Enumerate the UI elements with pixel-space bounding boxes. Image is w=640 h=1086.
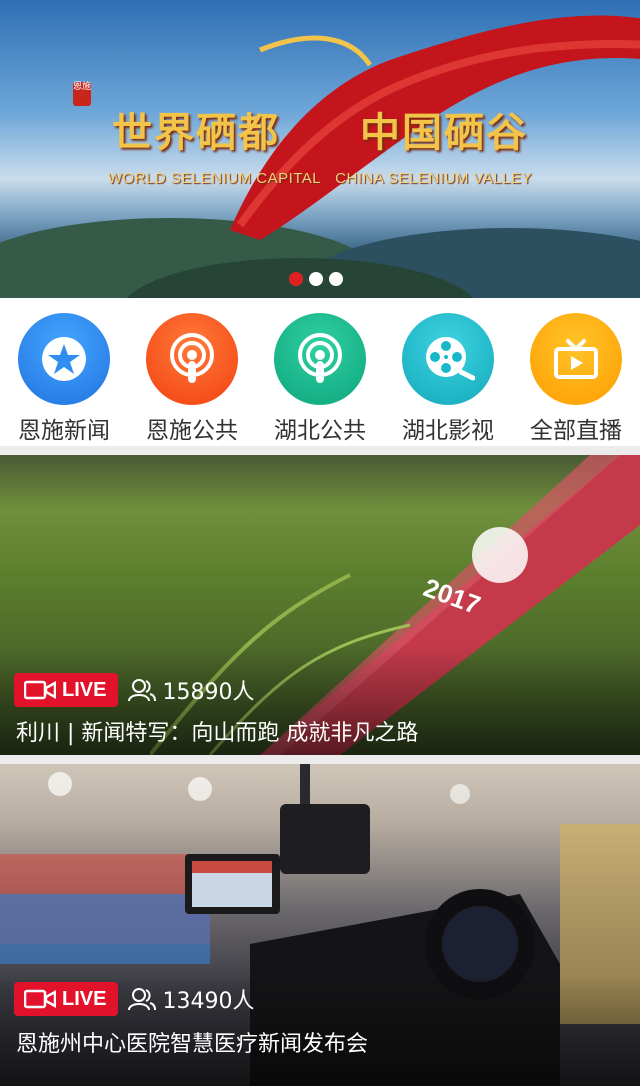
people-icon <box>128 988 157 1011</box>
nav-label: 全部直播 <box>530 418 622 444</box>
video-camera-icon <box>24 989 56 1009</box>
carousel-dot-active[interactable] <box>289 272 303 286</box>
carousel-indicator <box>289 272 343 286</box>
live-card[interactable]: 2017 LIVE 15890人 利川 | 新闻特写：向山而跑 成就非凡之路 <box>0 455 640 755</box>
live-badge: LIVE <box>14 673 119 707</box>
film-reel-icon <box>402 313 494 405</box>
star-icon <box>18 313 110 405</box>
banner-carousel[interactable]: 恩施 世界硒都 中国硒谷 WORLD SELENIUM CAPITAL CHINA … <box>0 0 640 298</box>
nav-item-enshi-news[interactable]: 恩施新闻 <box>4 298 124 445</box>
live-card[interactable]: LIVE 13490人 恩施州中心医院智慧医疗新闻发布会 <box>0 764 640 1086</box>
card-title[interactable]: 利川 | 新闻特写：向山而跑 成就非凡之路 <box>16 715 418 747</box>
viewer-count: 15890人 <box>128 674 254 706</box>
viewer-count-text: 15890人 <box>162 680 255 705</box>
nav-label: 湖北公共 <box>274 418 366 444</box>
nav-item-all-live[interactable]: 全部直播 <box>516 298 636 445</box>
nav-label: 恩施公共 <box>146 418 238 444</box>
live-meta: LIVE 15890人 <box>14 673 254 707</box>
banner-subtitle-right: CHINA SELENIUM VALLEY <box>335 170 533 187</box>
nav-label: 恩施新闻 <box>18 418 110 444</box>
live-label: LIVE <box>62 678 107 701</box>
nav-item-hubei-film[interactable]: 湖北影视 <box>388 298 508 445</box>
podcast-icon <box>146 313 238 405</box>
nav-item-hubei-public[interactable]: 湖北公共 <box>260 298 380 445</box>
viewer-count: 13490人 <box>128 983 254 1015</box>
people-icon <box>128 679 157 702</box>
nav-label: 湖北影视 <box>402 418 494 444</box>
nav-item-enshi-public[interactable]: 恩施公共 <box>132 298 252 445</box>
live-meta: LIVE 13490人 <box>14 982 254 1016</box>
carousel-dot[interactable] <box>309 272 323 286</box>
banner-subtitle: WORLD SELENIUM CAPITAL CHINA SELENIUM VAL… <box>0 170 640 187</box>
podcast-icon <box>274 313 366 405</box>
live-badge: LIVE <box>14 982 119 1016</box>
live-label: LIVE <box>62 987 107 1010</box>
channel-nav: 恩施新闻 恩施公共 湖北公共 湖北影视 全部直播 <box>0 298 640 446</box>
video-camera-icon <box>24 680 56 700</box>
card-title[interactable]: 恩施州中心医院智慧医疗新闻发布会 <box>16 1026 368 1058</box>
tv-icon <box>530 313 622 405</box>
banner-title: 世界硒都 中国硒谷 <box>0 100 640 158</box>
banner-subtitle-left: WORLD SELENIUM CAPITAL <box>107 170 322 187</box>
carousel-dot[interactable] <box>329 272 343 286</box>
banner-title-right: 中国硒谷 <box>360 109 528 156</box>
viewer-count-text: 13490人 <box>162 989 255 1014</box>
banner-title-left: 世界硒都 <box>112 109 280 156</box>
